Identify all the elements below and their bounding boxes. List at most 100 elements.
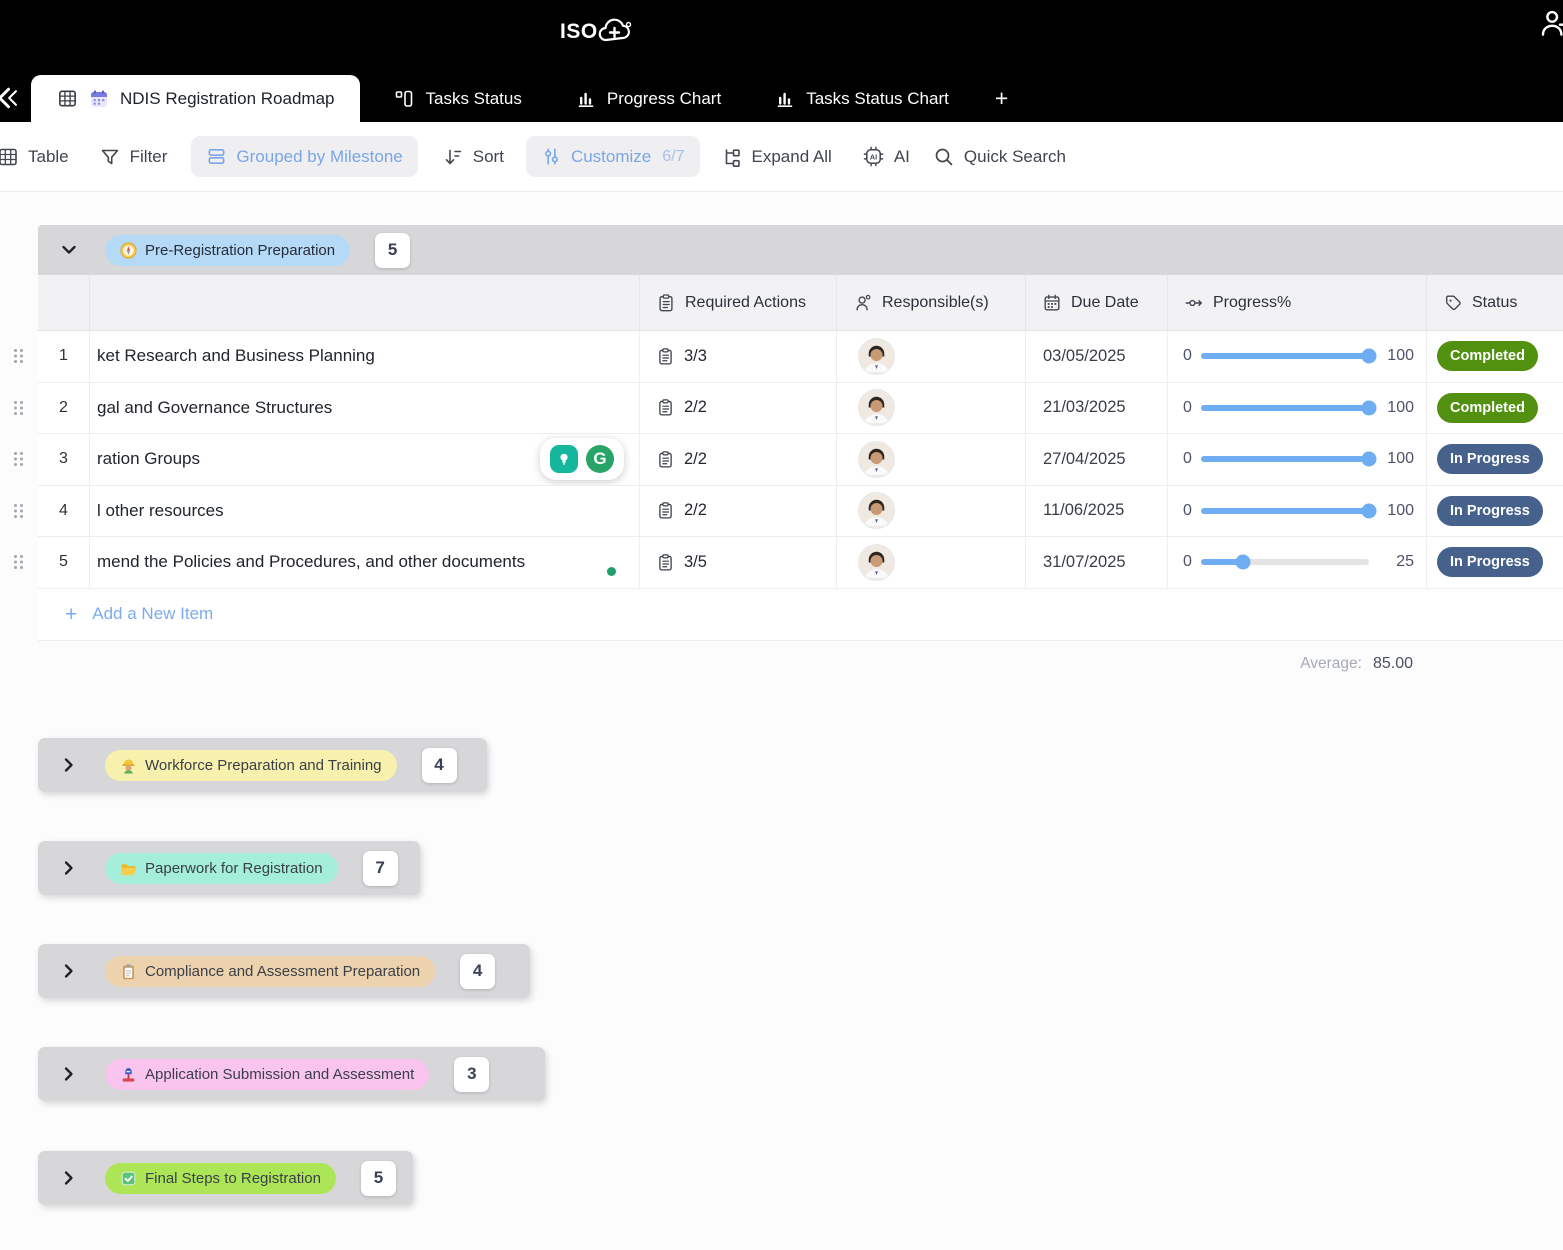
responsibles-column-header[interactable]: Responsible(s) bbox=[837, 275, 1026, 330]
chevron-right-icon[interactable] bbox=[58, 857, 80, 879]
chevron-right-icon[interactable] bbox=[58, 1167, 80, 1189]
quick-search-button[interactable]: Quick Search bbox=[933, 146, 1066, 168]
task-name-cell[interactable]: ration Groups G bbox=[90, 434, 640, 485]
due-date-cell[interactable]: 21/03/2025 bbox=[1026, 383, 1168, 434]
drag-handle-icon[interactable] bbox=[12, 348, 25, 365]
status-cell: In Progress bbox=[1427, 486, 1563, 537]
progress-slider[interactable] bbox=[1201, 353, 1369, 359]
task-name-cell[interactable]: ket Research and Business Planning bbox=[90, 331, 640, 382]
table-row: 2 gal and Governance Structures 2/2 bbox=[38, 383, 1563, 435]
slider-knob[interactable] bbox=[1361, 452, 1376, 467]
slider-knob[interactable] bbox=[1235, 555, 1250, 570]
add-new-item-button[interactable]: + Add a New Item bbox=[38, 589, 1563, 641]
due-date-cell[interactable]: 27/04/2025 bbox=[1026, 434, 1168, 485]
sort-button[interactable]: Sort bbox=[442, 146, 504, 168]
required-actions-cell[interactable]: 2/2 bbox=[640, 486, 837, 537]
slider-knob[interactable] bbox=[1361, 400, 1376, 415]
due-date-cell[interactable]: 11/06/2025 bbox=[1026, 486, 1168, 537]
filter-button[interactable]: Filter bbox=[99, 146, 168, 168]
drag-handle-icon[interactable] bbox=[12, 399, 25, 416]
task-name-cell[interactable]: mend the Policies and Procedures, and ot… bbox=[90, 537, 640, 588]
task-name-column-header[interactable] bbox=[90, 275, 640, 330]
progress-slider[interactable] bbox=[1201, 456, 1369, 462]
ai-button[interactable]: AI AI bbox=[862, 145, 910, 168]
invite-user-icon[interactable] bbox=[1538, 7, 1563, 41]
responsible-cell[interactable] bbox=[837, 434, 1026, 485]
expand-all-button[interactable]: Expand All bbox=[721, 146, 832, 168]
required-actions-cell[interactable]: 2/2 bbox=[640, 434, 837, 485]
progress-slider[interactable] bbox=[1201, 559, 1369, 565]
chevron-down-icon[interactable] bbox=[58, 239, 80, 261]
drag-handle-icon[interactable] bbox=[12, 502, 25, 519]
drag-handle-icon[interactable] bbox=[12, 554, 25, 571]
tab-ndis-registration-roadmap[interactable]: NDIS Registration Roadmap bbox=[31, 75, 360, 122]
progress-value: 100 bbox=[1387, 347, 1414, 365]
progress-column-header[interactable]: Progress% bbox=[1168, 275, 1427, 330]
customize-button[interactable]: Customize 6/7 bbox=[526, 136, 700, 177]
actions-count: 2/2 bbox=[684, 501, 707, 520]
group-title-pill: Compliance and Assessment Preparation bbox=[105, 956, 435, 987]
group-rows-icon bbox=[206, 146, 227, 167]
task-name-cell[interactable]: l other resources bbox=[90, 486, 640, 537]
avatar[interactable] bbox=[858, 492, 895, 529]
grammarly-icon[interactable]: G bbox=[586, 445, 614, 473]
drag-handle-icon[interactable] bbox=[12, 451, 25, 468]
milestone-group-paperwork[interactable]: Paperwork for Registration 7 bbox=[38, 841, 420, 895]
grouped-button-label: Grouped by Milestone bbox=[236, 148, 402, 165]
milestone-group-workforce[interactable]: Workforce Preparation and Training 4 bbox=[38, 738, 487, 792]
slider-knob[interactable] bbox=[1361, 349, 1376, 364]
ai-chip-icon: AI bbox=[862, 145, 885, 168]
status-cell: In Progress bbox=[1427, 537, 1563, 588]
status-badge[interactable]: In Progress bbox=[1437, 547, 1543, 577]
responsible-cell[interactable] bbox=[837, 486, 1026, 537]
slider-knob[interactable] bbox=[1361, 503, 1376, 518]
responsible-cell[interactable] bbox=[837, 383, 1026, 434]
progress-slider[interactable] bbox=[1201, 508, 1369, 514]
due-date-cell[interactable]: 03/05/2025 bbox=[1026, 331, 1168, 382]
responsible-cell[interactable] bbox=[837, 537, 1026, 588]
required-actions-cell[interactable]: 3/3 bbox=[640, 331, 837, 382]
suggestion-bulb-icon[interactable] bbox=[550, 445, 578, 473]
slider-icon bbox=[1184, 293, 1204, 313]
progress-slider[interactable] bbox=[1201, 405, 1369, 411]
required-actions-column-header[interactable]: Required Actions bbox=[640, 275, 837, 330]
actions-count: 2/2 bbox=[684, 398, 707, 417]
group-title: Compliance and Assessment Preparation bbox=[145, 963, 420, 980]
status-badge[interactable]: Completed bbox=[1437, 341, 1538, 371]
chevron-right-icon[interactable] bbox=[58, 960, 80, 982]
grouped-by-milestone-button[interactable]: Grouped by Milestone bbox=[191, 136, 417, 177]
due-date-column-header[interactable]: Due Date bbox=[1026, 275, 1168, 330]
avatar[interactable] bbox=[858, 338, 895, 375]
required-actions-cell[interactable]: 3/5 bbox=[640, 537, 837, 588]
tab-progress-chart[interactable]: Progress Chart bbox=[554, 75, 743, 122]
status-badge[interactable]: In Progress bbox=[1437, 444, 1543, 474]
status-badge[interactable]: In Progress bbox=[1437, 496, 1543, 526]
column-label: Progress% bbox=[1213, 294, 1291, 312]
group-title-pill: Paperwork for Registration bbox=[105, 853, 338, 884]
grammarly-widget[interactable]: G bbox=[540, 438, 624, 480]
add-tab-button[interactable]: + bbox=[977, 75, 1026, 122]
task-name-cell[interactable]: gal and Governance Structures bbox=[90, 383, 640, 434]
tab-tasks-status-chart[interactable]: Tasks Status Chart bbox=[753, 75, 971, 122]
cloud-logo-icon bbox=[595, 14, 637, 46]
milestone-group-compliance[interactable]: Compliance and Assessment Preparation 4 bbox=[38, 944, 530, 998]
milestone-group-final-steps[interactable]: Final Steps to Registration 5 bbox=[38, 1151, 413, 1205]
view-table-button[interactable]: Table bbox=[0, 146, 69, 168]
milestone-group-application[interactable]: Application Submission and Assessment 3 bbox=[38, 1047, 545, 1101]
responsible-cell[interactable] bbox=[837, 331, 1026, 382]
due-date-cell[interactable]: 31/07/2025 bbox=[1026, 537, 1168, 588]
group-header[interactable]: Pre-Registration Preparation 5 bbox=[38, 225, 1563, 275]
avatar[interactable] bbox=[858, 544, 895, 581]
avatar[interactable] bbox=[858, 389, 895, 426]
status-column-header[interactable]: Status bbox=[1427, 275, 1563, 330]
chevron-right-icon[interactable] bbox=[58, 754, 80, 776]
avatar[interactable] bbox=[858, 441, 895, 478]
average-label: Average: bbox=[1300, 655, 1362, 673]
task-name-text: mend the Policies and Procedures, and ot… bbox=[97, 552, 525, 572]
required-actions-cell[interactable]: 2/2 bbox=[640, 383, 837, 434]
status-badge[interactable]: Completed bbox=[1437, 393, 1538, 423]
collapse-sidebar-icon[interactable] bbox=[0, 83, 21, 113]
tab-label: Progress Chart bbox=[607, 89, 721, 109]
chevron-right-icon[interactable] bbox=[58, 1063, 80, 1085]
tab-tasks-status[interactable]: Tasks Status bbox=[372, 75, 543, 122]
